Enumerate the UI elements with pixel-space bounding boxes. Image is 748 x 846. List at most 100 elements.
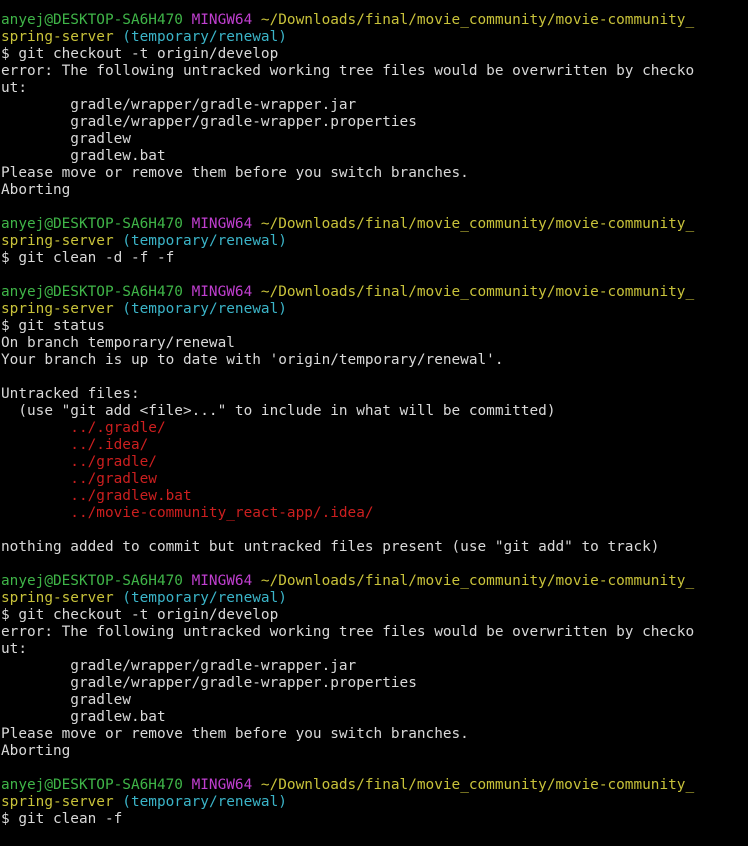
terminal-text-white: $ git clean -f [1,811,123,827]
terminal-line: gradlew [1,131,748,148]
terminal-text-branch: (temporary/renewal) [113,590,287,606]
terminal-text-path: ~/Downloads/final/movie_community/movie-… [260,777,695,793]
terminal-line: $ git checkout -t origin/develop [1,607,748,624]
terminal-line: $ git clean -f [1,811,748,828]
terminal-text-white: gradle/wrapper/gradle-wrapper.properties [1,114,417,130]
terminal-text-user: anyej@DESKTOP-SA6H470 [1,777,192,793]
terminal-line: gradle/wrapper/gradle-wrapper.properties [1,114,748,131]
terminal-line: nothing added to commit but untracked fi… [1,539,748,556]
terminal-text-white: gradle/wrapper/gradle-wrapper.jar [1,658,357,674]
terminal-text-red: ../gradlew.bat [1,488,192,504]
terminal-line: spring-server (temporary/renewal) [1,29,748,46]
terminal-text-branch: (temporary/renewal) [113,233,287,249]
terminal-line: gradlew.bat [1,148,748,165]
terminal-text-white: gradlew.bat [1,709,166,725]
terminal-text-white: Aborting [1,182,71,198]
terminal-line: anyej@DESKTOP-SA6H470 MINGW64 ~/Download… [1,777,748,794]
terminal-text-white: On branch temporary/renewal [1,335,235,351]
terminal-text-red: ../.gradle/ [1,420,166,436]
terminal-line: $ git checkout -t origin/develop [1,46,748,63]
terminal-line: $ git status [1,318,748,335]
terminal-text-white: $ git clean -d -f -f [1,250,175,266]
terminal-line: spring-server (temporary/renewal) [1,590,748,607]
terminal-text-white: Aborting [1,743,71,759]
terminal-line: Aborting [1,743,748,760]
terminal-text-white: gradle/wrapper/gradle-wrapper.jar [1,97,357,113]
terminal-line: On branch temporary/renewal [1,335,748,352]
terminal-text-path: ~/Downloads/final/movie_community/movie-… [260,573,695,589]
terminal-text-path: spring-server [1,301,114,317]
terminal-text-host: MINGW64 [191,12,261,28]
terminal-line: $ git clean -d -f -f [1,250,748,267]
terminal-line: ut: [1,80,748,97]
terminal-line: ../movie-community_react-app/.idea/ [1,505,748,522]
terminal-line: Your branch is up to date with 'origin/t… [1,352,748,369]
terminal-text-white: $ git checkout -t origin/develop [1,46,279,62]
terminal-text-white: Please move or remove them before you sw… [1,165,469,181]
terminal-text-branch: (temporary/renewal) [113,301,287,317]
terminal-line: ../.gradle/ [1,420,748,437]
terminal-line: ../gradlew [1,471,748,488]
terminal-line: Please move or remove them before you sw… [1,165,748,182]
terminal-text-white: error: The following untracked working t… [1,63,695,79]
terminal-line: gradle/wrapper/gradle-wrapper.properties [1,675,748,692]
terminal-line: spring-server (temporary/renewal) [1,233,748,250]
terminal-text-white: $ git status [1,318,105,334]
terminal-line: ut: [1,641,748,658]
terminal-text-user: anyej@DESKTOP-SA6H470 [1,12,192,28]
terminal-line: spring-server (temporary/renewal) [1,794,748,811]
terminal-line: gradlew [1,692,748,709]
terminal-line: ../.idea/ [1,437,748,454]
terminal-text-white: gradlew [1,692,131,708]
terminal-text-white: (use "git add <file>..." to include in w… [1,403,556,419]
terminal-text-white: ut: [1,641,27,657]
terminal-text-path: ~/Downloads/final/movie_community/movie-… [260,284,695,300]
terminal-text-path: ~/Downloads/final/movie_community/movie-… [260,216,695,232]
terminal-text-path: ~/Downloads/final/movie_community/movie-… [260,12,695,28]
terminal-line: gradle/wrapper/gradle-wrapper.jar [1,658,748,675]
terminal-text-path: spring-server [1,29,114,45]
terminal-text-white: error: The following untracked working t… [1,624,695,640]
terminal-text-branch: (temporary/renewal) [113,794,287,810]
terminal-line: gradle/wrapper/gradle-wrapper.jar [1,97,748,114]
terminal-line: spring-server (temporary/renewal) [1,301,748,318]
terminal-text-white: Please move or remove them before you sw… [1,726,469,742]
terminal-text-branch: (temporary/renewal) [113,29,287,45]
terminal-text-white: ut: [1,80,27,96]
terminal-window[interactable]: anyej@DESKTOP-SA6H470 MINGW64 ~/Download… [0,0,748,846]
terminal-text-white: gradlew [1,131,131,147]
terminal-line: ../gradle/ [1,454,748,471]
terminal-text-host: MINGW64 [191,216,261,232]
terminal-line: anyej@DESKTOP-SA6H470 MINGW64 ~/Download… [1,216,748,233]
terminal-line: anyej@DESKTOP-SA6H470 MINGW64 ~/Download… [1,284,748,301]
terminal-text-white: $ git checkout -t origin/develop [1,607,279,623]
terminal-line: anyej@DESKTOP-SA6H470 MINGW64 ~/Download… [1,12,748,29]
terminal-line: error: The following untracked working t… [1,624,748,641]
terminal-text-host: MINGW64 [191,573,261,589]
terminal-line: Please move or remove them before you sw… [1,726,748,743]
terminal-line: error: The following untracked working t… [1,63,748,80]
terminal-line: (use "git add <file>..." to include in w… [1,403,748,420]
terminal-text-white: gradlew.bat [1,148,166,164]
terminal-text-user: anyej@DESKTOP-SA6H470 [1,573,192,589]
terminal-text-white: Untracked files: [1,386,140,402]
terminal-text-host: MINGW64 [191,284,261,300]
terminal-text-red: ../gradle/ [1,454,157,470]
terminal-text-user: anyej@DESKTOP-SA6H470 [1,284,192,300]
terminal-line: Untracked files: [1,386,748,403]
terminal-text-white: nothing added to commit but untracked fi… [1,539,660,555]
terminal-text-red: ../movie-community_react-app/.idea/ [1,505,374,521]
terminal-text-user: anyej@DESKTOP-SA6H470 [1,216,192,232]
terminal-line: gradlew.bat [1,709,748,726]
terminal-text-white: Your branch is up to date with 'origin/t… [1,352,504,368]
terminal-text-path: spring-server [1,794,114,810]
terminal-text-red: ../gradlew [1,471,157,487]
terminal-text-white: gradle/wrapper/gradle-wrapper.properties [1,675,417,691]
terminal-text-path: spring-server [1,233,114,249]
